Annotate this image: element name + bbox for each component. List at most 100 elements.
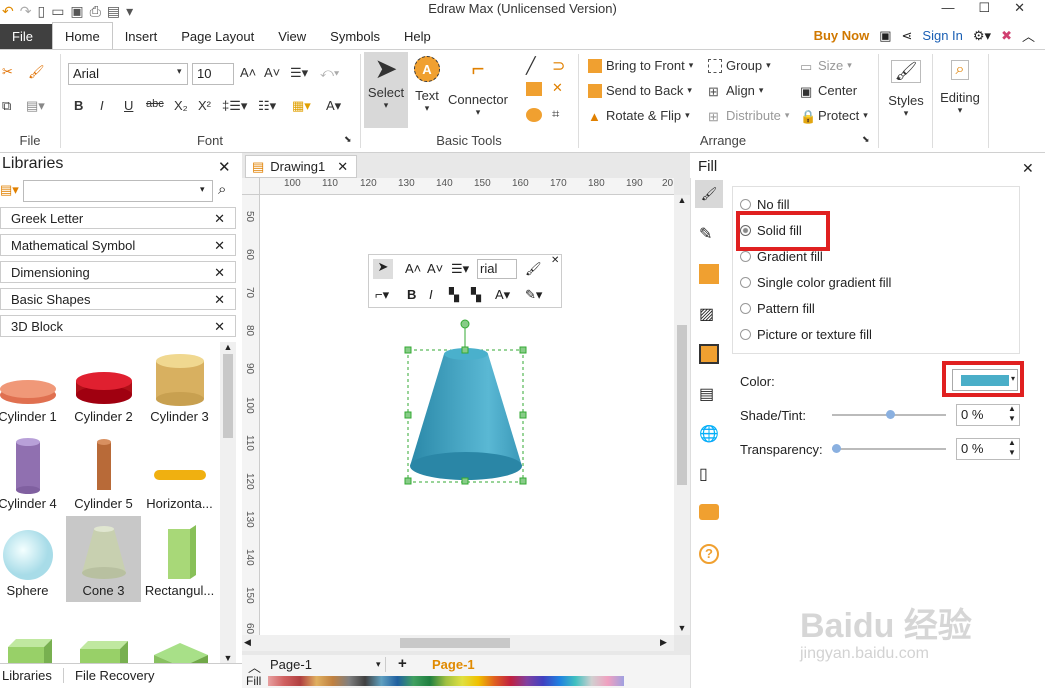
- subscript-button[interactable]: X₂: [174, 98, 188, 113]
- scroll-down-icon[interactable]: ▼: [220, 653, 236, 663]
- spin-arrows-icon[interactable]: ▲ ▼: [1008, 404, 1016, 424]
- tab-view[interactable]: View: [266, 24, 318, 49]
- color-palette[interactable]: [268, 676, 624, 686]
- underline-button[interactable]: U: [124, 98, 133, 113]
- resize-handle[interactable]: [519, 477, 527, 485]
- gear-icon[interactable]: ⚙▾: [973, 28, 991, 44]
- resize-handle[interactable]: [404, 346, 412, 354]
- search-icon[interactable]: ⌕: [218, 181, 226, 198]
- buy-now-link[interactable]: Buy Now: [814, 28, 870, 43]
- bold-button[interactable]: B: [407, 287, 416, 302]
- scroll-down-icon[interactable]: ▼: [674, 623, 690, 633]
- transparency-slider[interactable]: [832, 444, 946, 453]
- send-to-back-button[interactable]: Send to Back ▾: [588, 83, 692, 98]
- horizontal-scrollbar[interactable]: ◀ ▶: [242, 635, 674, 651]
- text-tool-button[interactable]: A Text ▾: [410, 56, 444, 114]
- close-icon[interactable]: ✕: [214, 292, 225, 307]
- scroll-thumb[interactable]: [223, 354, 233, 438]
- shape-box[interactable]: [66, 603, 141, 663]
- shape-cylinder-2[interactable]: Cylinder 2: [66, 342, 141, 428]
- fill-option-single-color-gradient[interactable]: Single color gradient fill: [740, 275, 891, 290]
- cross-icon[interactable]: ✕: [552, 80, 563, 96]
- minimize-button[interactable]: —: [941, 0, 954, 16]
- page-select[interactable]: Page-1: [270, 657, 386, 672]
- superscript-button[interactable]: X²: [198, 98, 211, 113]
- radio[interactable]: [740, 251, 751, 262]
- library-menu-icon[interactable]: ▤▾: [0, 182, 19, 198]
- resize-handle[interactable]: [404, 477, 412, 485]
- spin-arrows-icon[interactable]: ▲ ▼: [1008, 438, 1016, 458]
- size-button[interactable]: ▭ Size ▾: [800, 58, 852, 74]
- close-icon[interactable]: ✕: [214, 265, 225, 280]
- shape-slab[interactable]: [142, 603, 217, 663]
- radio[interactable]: [740, 329, 751, 340]
- pointer-icon[interactable]: ➤: [373, 259, 393, 279]
- bold-button[interactable]: B: [74, 98, 83, 113]
- editing-button[interactable]: ⌕ Editing ▾: [936, 60, 984, 116]
- line-style-icon[interactable]: ✎: [699, 224, 712, 244]
- bullets-icon[interactable]: ☷▾: [258, 98, 276, 114]
- format-painter-icon[interactable]: 🖌: [28, 64, 45, 80]
- file-menu[interactable]: File: [0, 24, 52, 49]
- distribute-button[interactable]: ⊞ Distribute ▾: [708, 108, 789, 124]
- close-icon[interactable]: ✕: [214, 211, 225, 226]
- shape-cube[interactable]: [0, 603, 65, 663]
- center-button[interactable]: ▣ Center: [800, 83, 857, 99]
- rectangle-icon[interactable]: [526, 82, 542, 96]
- bring-to-front-button[interactable]: Bring to Front ▾: [588, 58, 693, 73]
- close-button[interactable]: ✕: [1014, 0, 1025, 16]
- shape-cylinder-3[interactable]: Cylinder 3: [142, 342, 217, 428]
- shape-sphere[interactable]: Sphere: [0, 516, 65, 602]
- styles-button[interactable]: 🖌 Styles ▾: [884, 60, 928, 119]
- radio[interactable]: [740, 199, 751, 210]
- attachment-icon[interactable]: ▯: [699, 464, 708, 484]
- library-category[interactable]: Dimensioning ✕: [0, 261, 236, 283]
- tab-page-layout[interactable]: Page Layout: [169, 24, 266, 49]
- tab-insert[interactable]: Insert: [113, 24, 170, 49]
- slider-thumb[interactable]: [832, 444, 841, 453]
- tab-help[interactable]: Help: [392, 24, 443, 49]
- align-icon[interactable]: ☰▾: [451, 261, 469, 277]
- scroll-up-icon[interactable]: ▲: [674, 195, 690, 205]
- cut-icon[interactable]: ✂: [2, 64, 13, 80]
- slider-thumb[interactable]: [886, 410, 895, 419]
- fill-option-pattern-fill[interactable]: Pattern fill: [740, 301, 815, 316]
- shade-slider[interactable]: [832, 410, 946, 419]
- paste-icon[interactable]: ▤▾: [26, 98, 45, 114]
- decrease-font-icon[interactable]: A˅: [427, 261, 443, 276]
- library-search-input[interactable]: [23, 180, 213, 202]
- ellipse-icon[interactable]: [526, 108, 542, 122]
- document-tab[interactable]: ▤ Drawing1 ✕: [245, 155, 357, 178]
- library-category[interactable]: Greek Letter ✕: [0, 207, 236, 229]
- close-libraries-icon[interactable]: ✕: [218, 158, 231, 176]
- indent-icon[interactable]: ‡☰▾: [222, 98, 247, 114]
- fill-option-picture-fill[interactable]: Picture or texture fill: [740, 327, 872, 342]
- vertical-scrollbar[interactable]: ▲ ▼: [674, 195, 690, 635]
- shape-horizontal-cylinder[interactable]: Horizonta...: [142, 429, 217, 515]
- scroll-up-icon[interactable]: ▲: [220, 342, 236, 352]
- arrange-dialog-launcher-icon[interactable]: ⬊: [862, 134, 870, 145]
- shape-cylinder-4[interactable]: Cylinder 4: [0, 429, 65, 515]
- italic-button[interactable]: I: [100, 98, 104, 113]
- line-spacing-icon[interactable]: ⤺▾: [320, 65, 339, 81]
- align-button[interactable]: ⊞ Align ▾: [708, 83, 763, 99]
- tab-file-recovery[interactable]: File Recovery: [75, 668, 154, 683]
- scroll-right-icon[interactable]: ▶: [660, 637, 667, 648]
- comment-icon[interactable]: [699, 504, 719, 520]
- send-backward-icon[interactable]: ▚: [471, 287, 481, 303]
- font-name-select[interactable]: Arial: [68, 63, 188, 85]
- copy-icon[interactable]: ⧉: [2, 98, 11, 114]
- fill-option-no-fill[interactable]: No fill: [740, 197, 790, 212]
- highlight-icon[interactable]: ▦▾: [292, 98, 311, 114]
- radio[interactable]: [740, 303, 751, 314]
- increase-font-icon[interactable]: A˄: [405, 261, 421, 276]
- align-icon[interactable]: ☰▾: [290, 65, 308, 81]
- resize-handle[interactable]: [404, 411, 412, 419]
- shape-rectangular[interactable]: Rectangul...: [142, 516, 217, 602]
- rotation-handle[interactable]: [460, 319, 470, 329]
- mini-font-select[interactable]: rial: [477, 259, 517, 279]
- library-category[interactable]: Mathematical Symbol ✕: [0, 234, 236, 256]
- sign-in-link[interactable]: Sign In: [922, 28, 962, 43]
- dialog-launcher-icon[interactable]: ⬊: [344, 134, 352, 145]
- image-icon[interactable]: ▨: [699, 304, 714, 324]
